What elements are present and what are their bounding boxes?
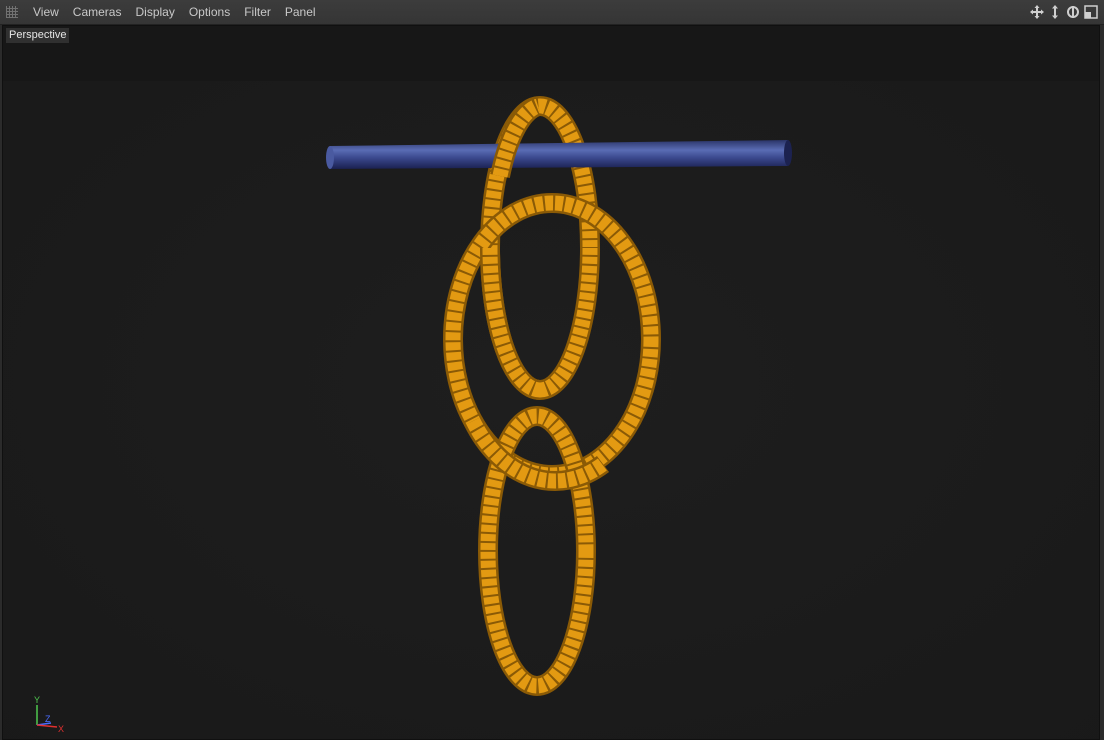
- menu-filter[interactable]: Filter: [237, 0, 278, 24]
- 3d-viewport[interactable]: Perspective Y Z X: [2, 25, 1100, 740]
- scene-render: [3, 26, 1099, 739]
- viewport-menubar: View Cameras Display Options Filter Pane…: [0, 0, 1104, 25]
- axis-y-label: Y: [34, 695, 40, 705]
- view-navigation-icons: [1029, 4, 1098, 19]
- menu-display[interactable]: Display: [128, 0, 181, 24]
- menu-view[interactable]: View: [26, 0, 66, 24]
- panel-grip-icon[interactable]: [6, 6, 18, 18]
- axis-x-label: X: [58, 724, 64, 733]
- move-view-icon[interactable]: [1029, 4, 1044, 19]
- rotate-view-icon[interactable]: [1065, 4, 1080, 19]
- menu-panel[interactable]: Panel: [278, 0, 323, 24]
- axis-gizmo: Y Z X: [34, 695, 64, 733]
- zoom-view-icon[interactable]: [1047, 4, 1062, 19]
- viewport-window: View Cameras Display Options Filter Pane…: [0, 0, 1104, 740]
- axis-z-label: Z: [45, 714, 51, 724]
- menu-options[interactable]: Options: [182, 0, 237, 24]
- viewport-horizon-band: [3, 26, 1099, 81]
- camera-label[interactable]: Perspective: [6, 28, 70, 43]
- menu-cameras[interactable]: Cameras: [66, 0, 129, 24]
- maximize-view-icon[interactable]: [1083, 4, 1098, 19]
